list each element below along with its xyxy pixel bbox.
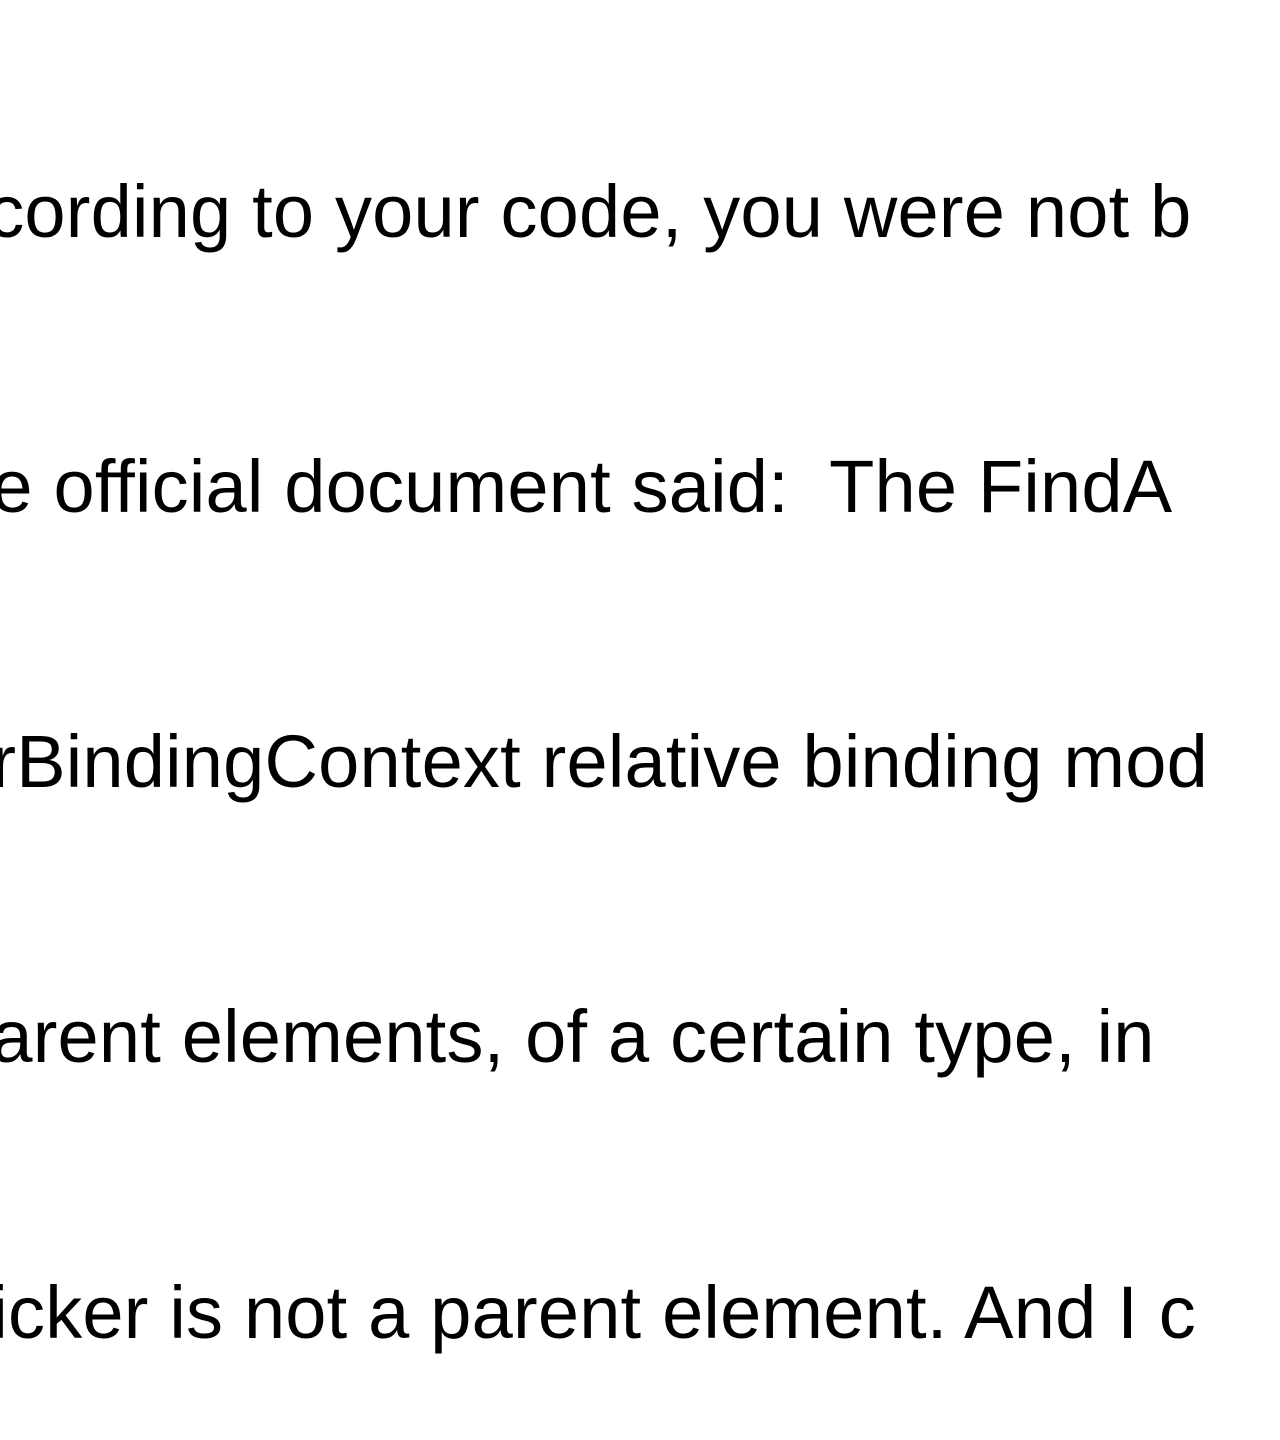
text-line: picker is not a parent element. And I c — [0, 1267, 1280, 1359]
text-line: ne official document said: The FindA — [0, 441, 1280, 533]
text-line: ccording to your code, you were not b — [0, 166, 1280, 258]
text-line: parent elements, of a certain type, in — [0, 991, 1280, 1083]
document-text-fragment: ccording to your code, you were not b ne… — [0, 0, 1280, 1440]
text-line: orBindingContext relative binding mod — [0, 716, 1280, 808]
